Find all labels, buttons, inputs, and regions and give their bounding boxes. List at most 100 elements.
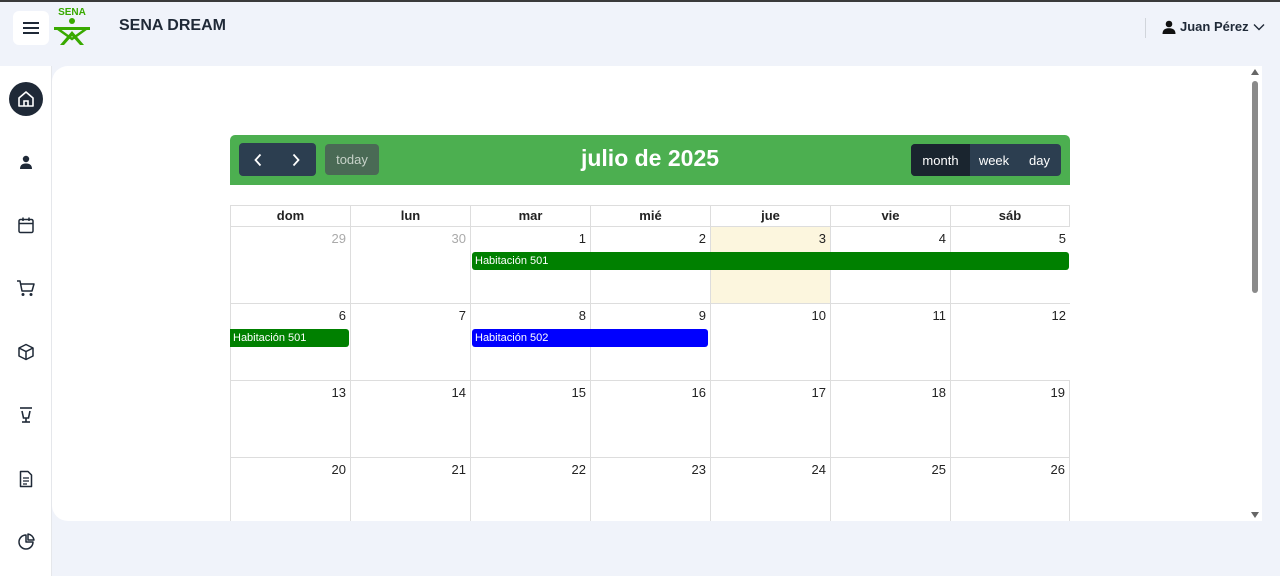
weekday-label: dom — [230, 206, 350, 226]
day-cell[interactable]: 25 — [830, 458, 950, 521]
svg-text:SENA: SENA — [58, 7, 86, 18]
day-number[interactable]: 11 — [933, 308, 947, 323]
day-number[interactable]: 6 — [339, 308, 346, 323]
scroll-down-arrow-icon[interactable] — [1251, 512, 1259, 518]
day-cell[interactable]: 17 — [710, 381, 830, 457]
weekday-label: mar — [470, 206, 590, 226]
day-number[interactable]: 25 — [932, 462, 946, 477]
chevron-down-icon — [1253, 23, 1265, 30]
day-cell[interactable]: 12 — [950, 304, 1070, 380]
day-cell[interactable]: 18 — [830, 381, 950, 457]
weekday-label: lun — [350, 206, 470, 226]
day-cell[interactable]: 14 — [350, 381, 470, 457]
day-number[interactable]: 10 — [812, 308, 826, 323]
day-number[interactable]: 2 — [699, 231, 706, 246]
day-cell[interactable]: 21 — [350, 458, 470, 521]
week-row: 13 14 15 16 17 18 19 — [230, 380, 1070, 457]
view-switcher: month week day — [911, 144, 1061, 176]
sidebar-item-users[interactable] — [9, 145, 43, 179]
day-cell[interactable]: 15 — [470, 381, 590, 457]
home-icon — [18, 91, 34, 107]
day-number[interactable]: 17 — [812, 385, 826, 400]
day-number[interactable]: 5 — [1059, 231, 1066, 246]
sidebar-item-reports[interactable] — [9, 525, 43, 559]
calendar: today julio de 2025 month week day dom l… — [230, 135, 1070, 521]
day-number[interactable]: 19 — [1051, 385, 1065, 400]
event-habitacion-502[interactable]: Habitación 502 — [472, 329, 708, 347]
scroll-up-arrow-icon[interactable] — [1251, 69, 1259, 75]
day-number[interactable]: 30 — [452, 231, 466, 246]
day-number[interactable]: 29 — [332, 231, 346, 246]
user-name: Juan Pérez — [1180, 19, 1249, 34]
day-number[interactable]: 23 — [692, 462, 706, 477]
weekday-label: vie — [830, 206, 950, 226]
main-scrollbar[interactable] — [1248, 66, 1262, 521]
day-cell[interactable]: 10 — [710, 304, 830, 380]
user-icon — [1162, 20, 1176, 34]
day-number[interactable]: 12 — [1052, 308, 1066, 323]
week-row: 20 21 22 23 24 25 26 — [230, 457, 1070, 521]
cart-icon — [17, 280, 35, 296]
event-habitacion-501[interactable]: Habitación 501 — [472, 252, 1069, 270]
day-number[interactable]: 24 — [812, 462, 826, 477]
scroll-thumb[interactable] — [1252, 81, 1258, 293]
week-row: 6 7 8 9 10 11 12 Habitación 501 Habitaci… — [230, 303, 1070, 380]
sidebar-item-home[interactable] — [9, 82, 43, 116]
weekday-header: dom lun mar mié jue vie sáb — [230, 205, 1070, 226]
day-number[interactable]: 8 — [579, 308, 586, 323]
week-row: 29 30 1 2 3 4 5 Habitación 501 — [230, 226, 1070, 303]
calendar-icon — [18, 217, 34, 234]
day-number[interactable]: 1 — [579, 231, 586, 246]
day-cell[interactable]: 20 — [230, 458, 350, 521]
day-view-button[interactable]: day — [1018, 144, 1061, 176]
hamburger-icon — [23, 22, 39, 34]
sidebar-item-products[interactable] — [9, 335, 43, 369]
document-icon — [19, 470, 33, 488]
day-number[interactable]: 18 — [932, 385, 946, 400]
week-view-button[interactable]: week — [970, 144, 1018, 176]
day-number[interactable]: 14 — [452, 385, 466, 400]
day-cell[interactable]: 30 — [350, 227, 470, 303]
day-number[interactable]: 20 — [332, 462, 346, 477]
day-cell[interactable]: 7 — [350, 304, 470, 380]
user-menu[interactable]: Juan Pérez — [1162, 19, 1265, 34]
day-number[interactable]: 3 — [819, 231, 826, 246]
sidebar-item-calendar[interactable] — [9, 208, 43, 242]
day-number[interactable]: 9 — [699, 308, 706, 323]
sidebar-item-services[interactable] — [9, 398, 43, 432]
day-cell[interactable]: 16 — [590, 381, 710, 457]
day-cell[interactable]: 29 — [230, 227, 350, 303]
day-cell[interactable]: 23 — [590, 458, 710, 521]
day-cell[interactable]: 13 — [230, 381, 350, 457]
month-grid: dom lun mar mié jue vie sáb 29 30 1 2 3 … — [230, 205, 1070, 521]
day-cell[interactable]: 11 — [830, 304, 950, 380]
main-content: today julio de 2025 month week day dom l… — [52, 66, 1262, 521]
header-divider — [1145, 18, 1146, 38]
box-icon — [18, 343, 34, 361]
weekday-label: mié — [590, 206, 710, 226]
weekday-label: jue — [710, 206, 830, 226]
day-cell[interactable]: 26 — [950, 458, 1070, 521]
day-cell[interactable]: 22 — [470, 458, 590, 521]
cup-icon — [20, 407, 32, 423]
month-view-button[interactable]: month — [911, 144, 970, 176]
day-number[interactable]: 7 — [459, 308, 466, 323]
day-number[interactable]: 21 — [452, 462, 466, 477]
app-brand: SENA DREAM — [119, 17, 226, 34]
sena-logo: SENA — [54, 7, 90, 45]
menu-toggle-button[interactable] — [13, 11, 49, 45]
sidebar-item-cart[interactable] — [9, 271, 43, 305]
sidebar-item-documents[interactable] — [9, 462, 43, 496]
day-number[interactable]: 13 — [332, 385, 346, 400]
day-cell[interactable]: 19 — [950, 381, 1070, 457]
day-number[interactable]: 16 — [692, 385, 706, 400]
top-header: SENA SENA DREAM Juan Pérez — [0, 2, 1280, 58]
day-number[interactable]: 22 — [572, 462, 586, 477]
day-cell[interactable]: 24 — [710, 458, 830, 521]
day-number[interactable]: 15 — [572, 385, 586, 400]
day-number[interactable]: 26 — [1051, 462, 1065, 477]
user-icon — [20, 155, 32, 169]
day-number[interactable]: 4 — [939, 231, 946, 246]
pie-chart-icon — [18, 533, 35, 550]
event-habitacion-501-continued[interactable]: Habitación 501 — [230, 329, 349, 347]
